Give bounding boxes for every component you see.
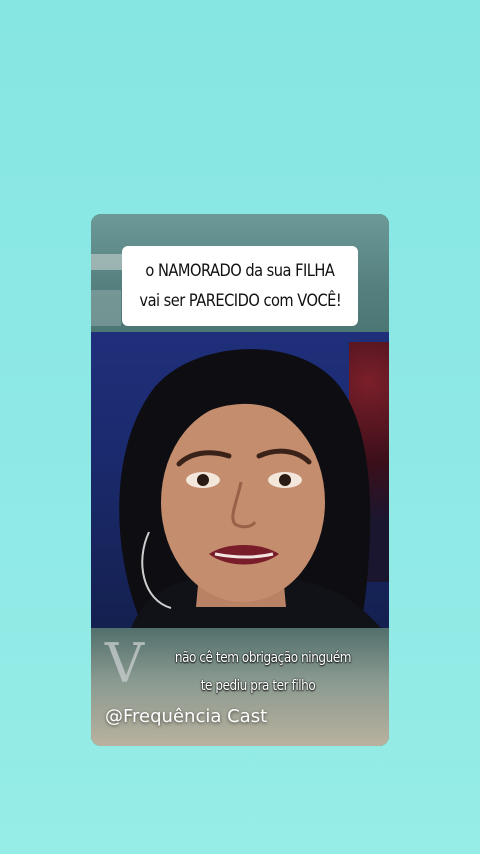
subtitle-line-2: te pediu pra ter filho — [200, 678, 316, 694]
speaker-illustration — [119, 349, 381, 628]
channel-watermark: @Frequência Cast — [105, 706, 268, 727]
headline-line-2: vai ser PARECIDO com VOCÊ! — [139, 291, 341, 311]
headline-line-1: o NAMORADO da sua FILHA — [145, 261, 335, 281]
subtitle-line-1: não cê tem obrigação ninguém — [174, 650, 352, 666]
background-shape — [91, 290, 121, 326]
video-frame[interactable] — [91, 332, 389, 628]
subtitle-caption: não cê tem obrigação ninguém te pediu pr… — [91, 644, 389, 700]
headline-caption: o NAMORADO da sua FILHA vai ser PARECIDO… — [122, 246, 358, 326]
